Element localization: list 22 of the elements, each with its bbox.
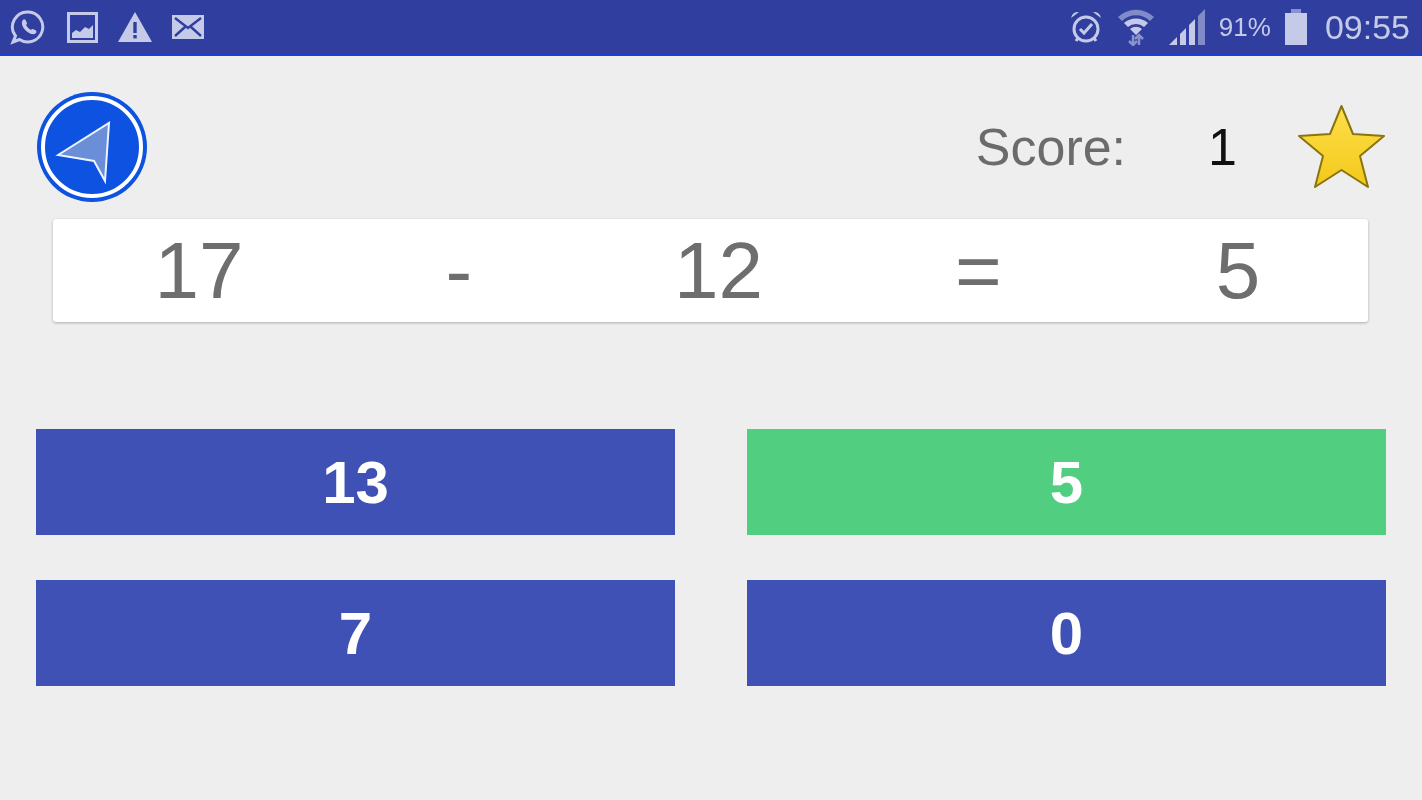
score-label: Score: <box>975 116 1127 177</box>
chat-phone-icon <box>10 8 47 46</box>
warning-icon <box>118 12 152 42</box>
clock-time: 09:55 <box>1324 7 1410 47</box>
wifi-icon <box>1116 8 1155 46</box>
score-value: 1 <box>1208 116 1237 177</box>
answer-button[interactable]: 0 <box>747 580 1386 686</box>
operator-sign: - <box>445 230 472 311</box>
first-operand: 17 <box>154 230 244 311</box>
second-operand: 12 <box>674 230 763 311</box>
back-button[interactable] <box>37 91 147 202</box>
answer-button[interactable]: 7 <box>36 580 675 686</box>
alarm-clock-icon <box>1068 10 1103 44</box>
answer-button[interactable]: 13 <box>36 429 675 535</box>
star-icon <box>1297 103 1386 190</box>
mail-icon <box>172 15 204 39</box>
battery-percent: 91% <box>1218 11 1271 43</box>
signal-icon <box>1168 9 1205 45</box>
result-value: 5 <box>1215 230 1261 311</box>
image-icon <box>67 11 98 43</box>
battery-icon <box>1284 9 1307 45</box>
equals-sign: = <box>954 230 1002 311</box>
